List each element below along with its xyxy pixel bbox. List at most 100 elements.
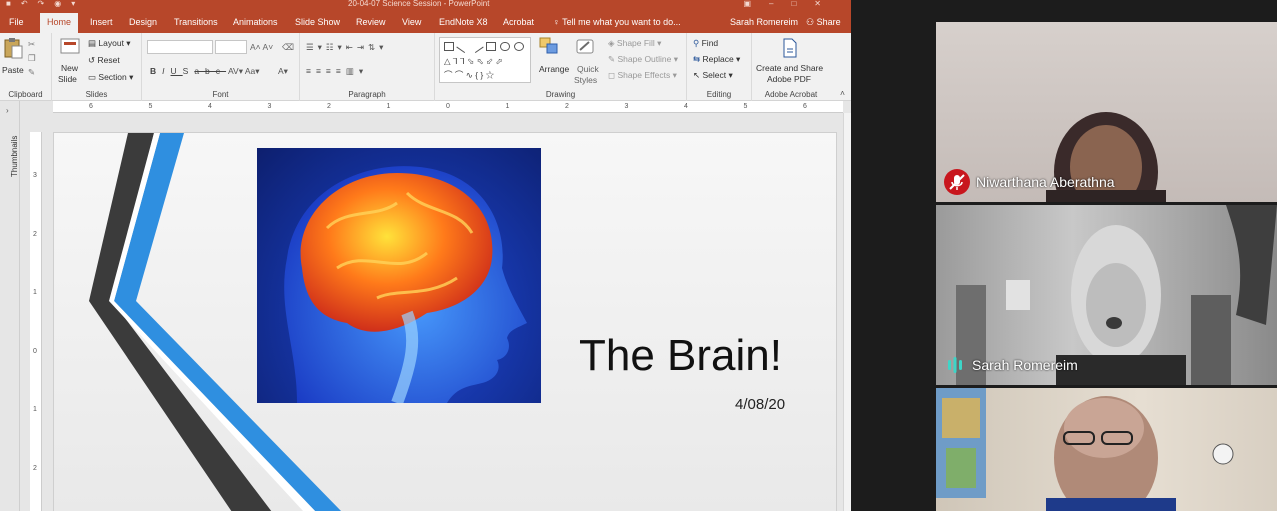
tab-insert[interactable]: Insert xyxy=(90,17,113,27)
thumbnails-pane[interactable]: › Thumbnails xyxy=(0,101,20,511)
paragraph-group-label: Paragraph xyxy=(348,90,386,99)
tab-home[interactable]: Home xyxy=(40,13,79,33)
participant-name: Sarah Romereim xyxy=(972,357,1078,373)
ruler-number: 2 xyxy=(327,103,331,110)
group-slides: New Slide ▤ Layout ▾ ↺ Reset ▭ Section ▾… xyxy=(52,33,142,101)
video-tile-sarah[interactable]: Sarah Romereim xyxy=(936,205,1277,385)
format-painter-icon[interactable]: ✎ xyxy=(28,67,35,77)
video-tile-niwarthana[interactable]: Niwarthana Aberathna xyxy=(936,22,1277,202)
slide-title[interactable]: The Brain! xyxy=(579,331,782,381)
find-label: Find xyxy=(701,38,719,48)
group-clipboard: Paste ✂ ❐ ✎ Clipboard xyxy=(0,33,52,101)
paste-label: Paste xyxy=(2,65,24,75)
quick-styles-icon xyxy=(576,39,594,54)
font-color-icon[interactable]: A▾ xyxy=(278,66,288,76)
drawing-group-label: Drawing xyxy=(545,90,576,99)
tab-file[interactable]: File xyxy=(9,17,24,27)
acrobat-group-label: Adobe Acrobat xyxy=(764,90,818,99)
arrange-button[interactable] xyxy=(539,37,561,59)
paint-bucket-icon: ◈ xyxy=(608,38,615,48)
layout-icon: ▤ xyxy=(88,38,97,48)
ruler-number: 3 xyxy=(267,103,272,110)
grow-font-icon[interactable]: A˄ A˅ xyxy=(250,42,273,52)
arrange-label: Arrange xyxy=(539,64,570,74)
collapse-ribbon-icon[interactable]: ˄ xyxy=(840,88,845,98)
window-controls[interactable]: ▣–□✕ xyxy=(743,0,839,8)
shape-effects-button[interactable]: ◻ Shape Effects ▾ xyxy=(608,70,677,80)
copy-icon[interactable]: ❐ xyxy=(28,53,36,63)
create-pdf-label-2: Adobe PDF xyxy=(767,74,811,84)
ruler-number: 1 xyxy=(33,406,37,413)
slide-canvas[interactable]: The Brain! 4/08/20 xyxy=(53,132,837,511)
ribbon: Paste ✂ ❐ ✎ Clipboard New Slide ▤ Layout… xyxy=(0,33,851,101)
font-group-label: Font xyxy=(212,90,229,99)
font-format-buttons[interactable]: BIUSabc xyxy=(150,66,226,76)
brain-image[interactable] xyxy=(257,148,541,403)
new-slide-button[interactable] xyxy=(60,37,82,59)
group-font: A˄ A˅ ⌫ BIUSabc AV▾ Aa▾ A▾ Font xyxy=(142,33,300,101)
shape-outline-button[interactable]: ✎ Shape Outline ▾ xyxy=(608,54,678,64)
pdf-icon xyxy=(783,38,797,58)
powerpoint-window: ■↶↷◉▾ 20-04-07 Science Session - PowerPo… xyxy=(0,0,851,511)
arrange-icon xyxy=(539,37,558,54)
pen-icon: ✎ xyxy=(608,54,616,64)
group-acrobat: Create and Share Adobe PDF Adobe Acrobat xyxy=(752,33,830,101)
slide-date[interactable]: 4/08/20 xyxy=(735,396,785,413)
expand-thumbnails-icon[interactable]: › xyxy=(6,106,9,116)
section-button[interactable]: ▭ Section ▾ xyxy=(88,72,133,82)
reset-button[interactable]: ↺ Reset xyxy=(88,55,120,65)
tab-view[interactable]: View xyxy=(402,17,421,27)
new-slide-label-2: Slide xyxy=(58,74,77,84)
clipboard-icon xyxy=(4,38,23,59)
quick-access-toolbar[interactable]: ■↶↷◉▾ xyxy=(6,0,85,8)
tab-transitions[interactable]: Transitions xyxy=(174,17,218,27)
shape-fill-button[interactable]: ◈ Shape Fill ▾ xyxy=(608,38,661,48)
account-name[interactable]: Sarah Romereim xyxy=(730,17,798,27)
list-buttons[interactable]: ☰▾☷▾⇤⇥⇅▾ xyxy=(306,42,387,52)
char-spacing-icon[interactable]: AV▾ Aa▾ xyxy=(228,66,260,76)
tab-acrobat[interactable]: Acrobat xyxy=(503,17,534,27)
shapes-gallery[interactable]: △ ⅂ ⅂ ⬂ ⬁ ⬃ ⬀ ⌒ ⌒ ∿ { } ☆ xyxy=(439,37,531,83)
reset-label: Reset xyxy=(97,55,120,65)
mic-muted-icon xyxy=(944,169,970,195)
replace-button[interactable]: ⇆ Replace ▾ xyxy=(693,54,740,64)
quick-styles-label-1: Quick xyxy=(577,64,599,74)
align-buttons[interactable]: ≡≡≡≡▥▾ xyxy=(306,66,368,76)
create-pdf-label-1: Create and Share xyxy=(756,63,824,73)
quick-styles-button[interactable] xyxy=(575,37,597,59)
thumbnails-label: Thumbnails xyxy=(10,135,19,177)
tab-animations[interactable]: Animations xyxy=(233,17,278,27)
font-name-input[interactable] xyxy=(147,40,213,54)
tab-slide-show[interactable]: Slide Show xyxy=(295,17,340,27)
font-size-input[interactable] xyxy=(215,40,247,54)
paste-button[interactable] xyxy=(3,37,23,61)
find-button[interactable]: ⚲ Find xyxy=(693,38,718,48)
video-tile-third[interactable] xyxy=(936,388,1277,511)
ruler-number: 1 xyxy=(33,289,37,296)
layout-button[interactable]: ▤ Layout ▾ xyxy=(88,38,131,48)
ruler-number: 2 xyxy=(33,230,37,238)
vertical-ruler: 3 2 1 0 1 2 xyxy=(30,132,42,511)
slides-group-label: Slides xyxy=(85,90,108,99)
vertical-scrollbar[interactable] xyxy=(843,113,851,511)
replace-icon: ⇆ xyxy=(693,54,701,64)
section-label: Section xyxy=(98,72,127,82)
shape-outline-label: Shape Outline xyxy=(617,54,672,64)
tab-endnote[interactable]: EndNote X8 xyxy=(439,17,488,27)
brain-illustration xyxy=(284,166,527,403)
select-button[interactable]: ↖ Select ▾ xyxy=(693,70,733,80)
tell-me-search[interactable]: ♀ Tell me what you want to do... xyxy=(553,17,681,27)
tab-review[interactable]: Review xyxy=(356,17,386,27)
cut-icon[interactable]: ✂ xyxy=(28,39,35,49)
share-button[interactable]: ⚇ Share xyxy=(806,17,841,28)
section-icon: ▭ xyxy=(88,72,97,82)
shape-effects-label: Shape Effects xyxy=(617,70,671,80)
tab-design[interactable]: Design xyxy=(129,17,157,27)
window-title: 20-04-07 Science Session - PowerPoint xyxy=(348,0,490,8)
new-slide-label-1: New xyxy=(61,63,79,73)
replace-label: Replace xyxy=(702,54,734,64)
cursor-icon: ↖ xyxy=(693,70,701,80)
ruler-number: 3 xyxy=(624,103,629,110)
create-pdf-button[interactable] xyxy=(782,38,798,60)
clear-format-icon[interactable]: ⌫ xyxy=(282,42,294,52)
